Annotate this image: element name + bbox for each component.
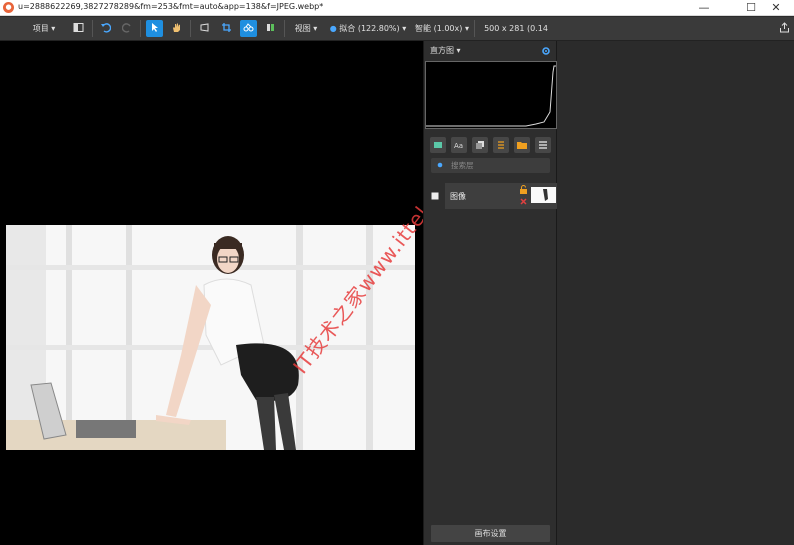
list-icon: [498, 141, 504, 149]
list-layer-button[interactable]: [493, 137, 509, 153]
hand-tool[interactable]: [168, 20, 185, 37]
undo-icon: [101, 23, 111, 33]
hand-icon: [173, 23, 180, 32]
close-button[interactable]: ✕: [758, 0, 794, 15]
transform-tool[interactable]: [196, 20, 213, 37]
redo-icon: [122, 23, 131, 33]
window-title: u=2888622269,3827278289&fm=253&fmt=auto&…: [18, 2, 324, 11]
image-icon: [434, 142, 442, 148]
search-icon: [437, 162, 443, 168]
photo: [6, 225, 415, 450]
gear-icon[interactable]: [541, 46, 551, 56]
histogram-graph: [426, 65, 556, 127]
layer-search-input[interactable]: 搜索层: [431, 158, 550, 173]
adjust-tool[interactable]: [240, 20, 257, 37]
compare-icon: [267, 24, 274, 31]
zoom-menu-label: 拟合 (122.80%): [339, 24, 400, 33]
select-tool[interactable]: [146, 20, 163, 37]
layer-checkbox[interactable]: [431, 192, 439, 200]
project-menu[interactable]: 项目 ▾: [28, 20, 60, 37]
chevron-down-icon: ▾: [456, 46, 461, 55]
text-icon: Aa: [454, 142, 463, 150]
chevron-down-icon: ▾: [402, 24, 407, 33]
delete-icon[interactable]: [519, 197, 528, 206]
adjust-icon: [243, 23, 254, 32]
right-panel: 直方图 ▾ Aa 搜索层 图像 画布设置: [423, 41, 557, 545]
canvas-settings-button[interactable]: 画布设置: [431, 525, 550, 542]
panel-toggle-button[interactable]: [70, 20, 87, 37]
redo-button[interactable]: [119, 20, 136, 37]
layer-thumbnail: [531, 187, 556, 203]
minimize-button[interactable]: —: [686, 0, 722, 15]
smart-menu-label: 智能 (1.00x): [415, 24, 463, 33]
cursor-icon: [152, 23, 158, 32]
toolbar: 项目 ▾ 视图 ▾ ● 拟合 (122.80%) ▾ 智能 (1.00x) ▾: [0, 17, 794, 50]
view-menu[interactable]: 视图 ▾: [290, 20, 322, 37]
magnifier-icon: ●: [329, 24, 337, 33]
chevron-down-icon: ▾: [313, 24, 318, 33]
lock-icon[interactable]: [519, 185, 528, 194]
compare-tool[interactable]: [262, 20, 279, 37]
svg-text:Aa: Aa: [454, 142, 463, 150]
project-menu-label: 项目: [32, 24, 49, 33]
duplicate-layer-button[interactable]: [472, 137, 488, 153]
copy-icon: [476, 141, 484, 149]
title-bar: ● u=2888622269,3827278289&fm=253&fmt=aut…: [0, 0, 794, 16]
histogram-header[interactable]: 直方图 ▾: [424, 41, 557, 61]
crop-tool[interactable]: [218, 20, 235, 37]
share-icon: [780, 22, 789, 33]
histogram: [425, 61, 557, 129]
menu-button[interactable]: [535, 137, 551, 153]
layer-name: 图像: [450, 192, 466, 201]
group-layer-button[interactable]: [514, 137, 530, 153]
empty-workspace: [557, 41, 794, 545]
histogram-label: 直方图: [430, 46, 454, 55]
photo-image: [6, 225, 415, 450]
layer-row[interactable]: 图像: [424, 183, 557, 209]
undo-button[interactable]: [97, 20, 114, 37]
smart-menu[interactable]: 智能 (1.00x) ▾: [414, 20, 470, 37]
folder-icon: [517, 142, 527, 149]
text-layer-button[interactable]: Aa: [451, 137, 467, 153]
app-logo-icon: ●: [3, 2, 14, 13]
transform-icon: [200, 23, 209, 32]
crop-icon: [222, 23, 231, 32]
view-menu-label: 视图: [294, 24, 311, 33]
hamburger-icon: [539, 141, 547, 149]
chevron-down-icon: ▾: [464, 24, 469, 33]
zoom-menu[interactable]: ● 拟合 (122.80%) ▾: [328, 20, 408, 37]
image-info: 500 x 281 (0.14 MP): [484, 24, 548, 50]
layer-search-placeholder: 搜索层: [451, 161, 474, 170]
image-layer-button[interactable]: [430, 137, 446, 153]
sidebar-icon: [73, 23, 84, 32]
image-canvas[interactable]: IT技术之家www.ittel.cn: [0, 41, 454, 545]
chevron-down-icon: ▾: [51, 24, 56, 33]
export-button[interactable]: [776, 20, 793, 37]
